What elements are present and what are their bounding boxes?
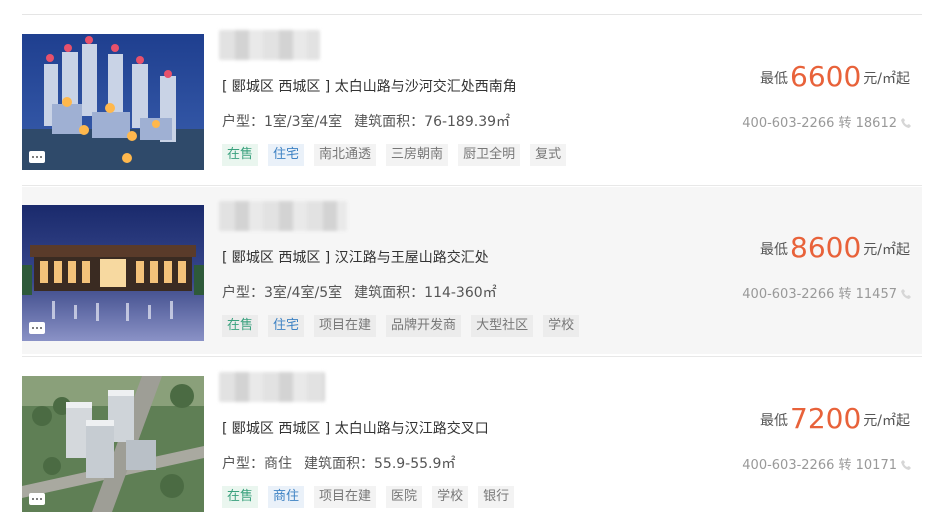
layout-value: 1室/3室/4室 — [264, 114, 343, 130]
aerial-daytime-image — [22, 376, 204, 512]
listing-card[interactable]: [ 郾城区 西城区 ] 太白山路与沙河交汇处西南角 户型：1室/3室/4室 建筑面… — [22, 16, 922, 183]
listing-thumbnail[interactable] — [22, 205, 204, 341]
tag-property-type: 商住 — [268, 486, 305, 508]
price-unit: 元/㎡起 — [863, 242, 910, 258]
tag: 银行 — [478, 486, 515, 508]
tag: 项目在建 — [314, 315, 377, 337]
tag: 学校 — [543, 315, 580, 337]
price-unit: 元/㎡起 — [863, 413, 910, 429]
phone-number: 400-603-2266 转 11457 — [742, 287, 897, 302]
listing-address[interactable]: [ 郾城区 西城区 ] 太白山路与沙河交汇处西南角 — [222, 76, 517, 96]
listing-name-redacted[interactable] — [219, 372, 325, 402]
phone-icon — [901, 118, 911, 128]
phone-icon — [901, 289, 911, 299]
tag: 学校 — [432, 486, 469, 508]
listing-meta: 户型：商住 建筑面积：55.9-55.9㎡ — [222, 453, 455, 473]
layout-label: 户型： — [222, 285, 264, 301]
listing-meta: 户型：3室/4室/5室 建筑面积：114-360㎡ — [222, 282, 497, 302]
tag: 医院 — [386, 486, 423, 508]
price-prefix: 最低 — [760, 71, 789, 87]
listing-card[interactable]: [ 郾城区 西城区 ] 太白山路与汉江路交叉口 户型：商住 建筑面积：55.9-5… — [22, 358, 922, 525]
aerial-rendering-image — [22, 34, 204, 170]
listing-name-redacted[interactable] — [219, 201, 347, 231]
area-value: 114-360㎡ — [424, 285, 497, 301]
price-value: 6600 — [790, 60, 862, 93]
comment-bubble-icon[interactable] — [29, 151, 45, 163]
tag: 三房朝南 — [386, 144, 449, 166]
tag: 厨卫全明 — [458, 144, 521, 166]
listing-name-redacted[interactable] — [219, 30, 320, 60]
tag: 南北通透 — [314, 144, 377, 166]
price-prefix: 最低 — [760, 413, 789, 429]
area-label: 建筑面积： — [354, 114, 425, 130]
price-value: 8600 — [790, 231, 862, 264]
tag: 项目在建 — [314, 486, 377, 508]
tag: 大型社区 — [471, 315, 534, 337]
listing-thumbnail[interactable] — [22, 376, 204, 512]
listing-phone[interactable]: 400-603-2266 转 10171 — [742, 454, 912, 473]
listing-phone[interactable]: 400-603-2266 转 11457 — [742, 283, 912, 302]
listing-tags: 在售 住宅 南北通透 三房朝南 厨卫全明 复式 — [222, 144, 567, 166]
listing-phone[interactable]: 400-603-2266 转 18612 — [742, 112, 912, 131]
listing-card[interactable]: [ 郾城区 西城区 ] 汉江路与王屋山路交汇处 户型：3室/4室/5室 建筑面积：… — [22, 187, 922, 354]
area-label: 建筑面积： — [304, 456, 374, 472]
listing-tags: 在售 商住 项目在建 医院 学校 银行 — [222, 486, 515, 508]
area-value: 55.9-55.9㎡ — [374, 456, 456, 472]
tag-sale-status: 在售 — [222, 486, 259, 508]
layout-value: 3室/4室/5室 — [264, 285, 343, 301]
price-unit: 元/㎡起 — [863, 71, 910, 87]
layout-value: 商住 — [264, 456, 292, 472]
listing-price: 最低6600 元/㎡起 — [760, 60, 910, 93]
listing-price: 最低7200 元/㎡起 — [760, 402, 910, 435]
listing-price: 最低8600 元/㎡起 — [760, 231, 910, 264]
tag-sale-status: 在售 — [222, 144, 259, 166]
price-value: 7200 — [790, 402, 862, 435]
tag-property-type: 住宅 — [268, 144, 305, 166]
listing-address[interactable]: [ 郾城区 西城区 ] 汉江路与王屋山路交汇处 — [222, 247, 489, 267]
layout-label: 户型： — [222, 456, 264, 472]
area-value: 76-189.39㎡ — [424, 114, 511, 130]
phone-icon — [901, 460, 911, 470]
card-divider — [22, 185, 922, 186]
property-list: [ 郾城区 西城区 ] 太白山路与沙河交汇处西南角 户型：1室/3室/4室 建筑面… — [0, 0, 940, 529]
comment-bubble-icon[interactable] — [29, 493, 45, 505]
listing-tags: 在售 住宅 项目在建 品牌开发商 大型社区 学校 — [222, 315, 580, 337]
listing-address[interactable]: [ 郾城区 西城区 ] 太白山路与汉江路交叉口 — [222, 418, 489, 438]
listing-thumbnail[interactable] — [22, 34, 204, 170]
top-divider — [22, 14, 922, 15]
area-label: 建筑面积： — [354, 285, 425, 301]
tag-property-type: 住宅 — [268, 315, 305, 337]
card-divider — [22, 356, 922, 357]
listing-meta: 户型：1室/3室/4室 建筑面积：76-189.39㎡ — [222, 111, 510, 131]
phone-number: 400-603-2266 转 10171 — [742, 458, 897, 473]
tag: 复式 — [530, 144, 567, 166]
tag: 品牌开发商 — [386, 315, 462, 337]
tag-sale-status: 在售 — [222, 315, 259, 337]
comment-bubble-icon[interactable] — [29, 322, 45, 334]
phone-number: 400-603-2266 转 18612 — [742, 116, 897, 131]
price-prefix: 最低 — [760, 242, 789, 258]
clubhouse-night-image — [22, 205, 204, 341]
layout-label: 户型： — [222, 114, 264, 130]
